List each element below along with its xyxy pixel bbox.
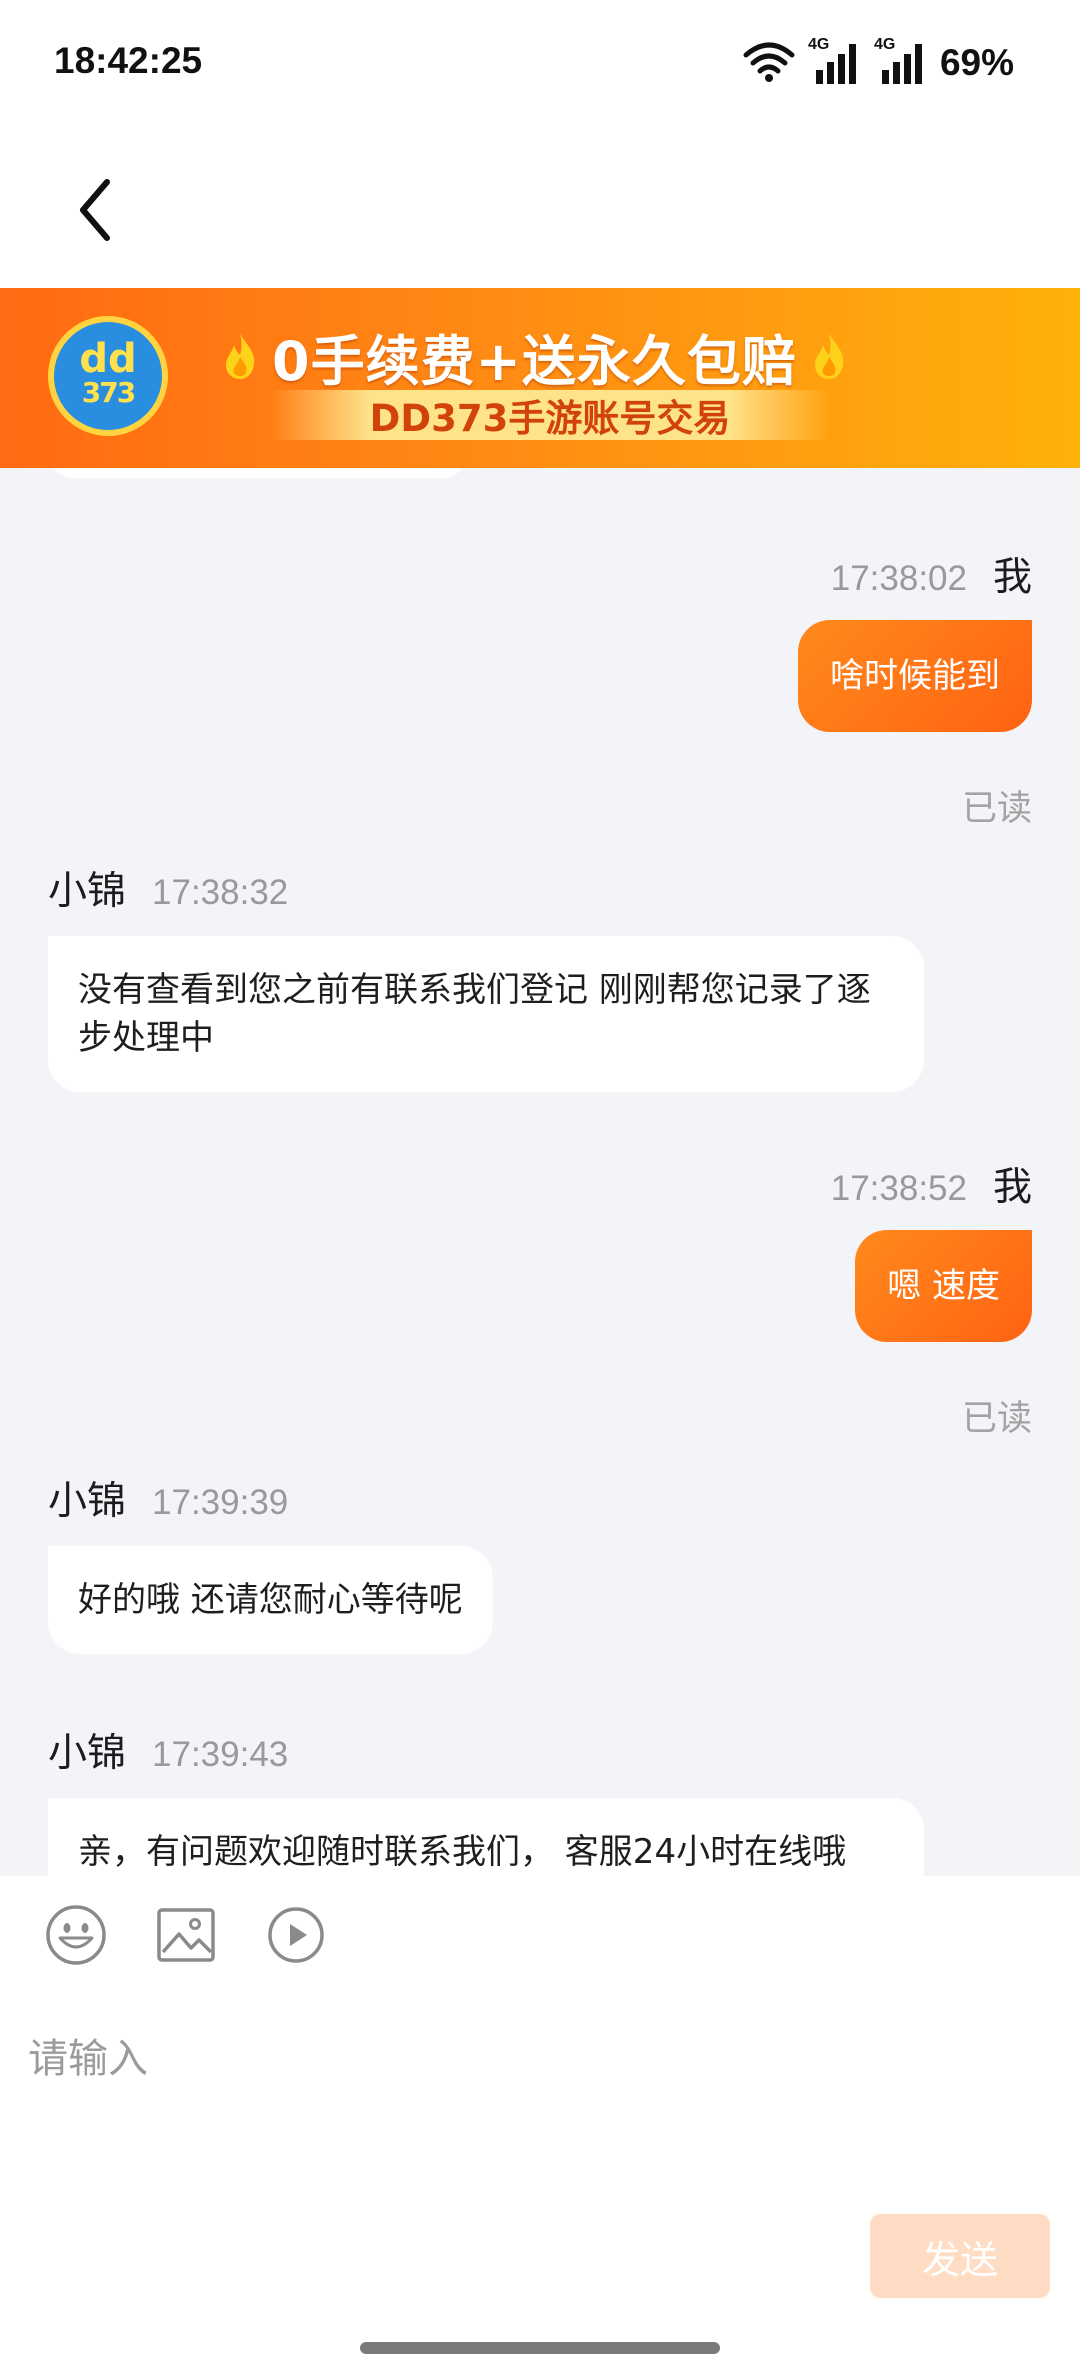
wifi-icon <box>742 39 796 87</box>
message-text: 好的哦 还请您耐心等待呢 <box>78 1580 463 1620</box>
sender-name: 小锦 <box>48 1731 127 1776</box>
emoji-icon <box>46 1905 106 1965</box>
message-time: 17:38:32 <box>152 873 289 912</box>
banner-subtitle: DD373手游账号交易 <box>369 397 731 440</box>
message-text: 啥时候能到 <box>830 656 1000 696</box>
message-input[interactable] <box>28 2026 1028 2226</box>
read-status: 已读 <box>961 1399 1032 1439</box>
message-meta: 小锦 17:38:32 <box>48 860 288 916</box>
promo-banner[interactable]: dd 373 0手续费+送永久包赔 DD373手游账号交易 <box>0 288 1080 468</box>
sender-name: 小锦 <box>48 1479 127 1524</box>
message-meta: 小锦 17:39:43 <box>48 1722 288 1778</box>
banner-subtitle-pill: DD373手游账号交易 <box>270 390 830 440</box>
sender-name: 我 <box>992 1165 1032 1210</box>
home-indicator[interactable] <box>360 2342 720 2354</box>
incoming-message-bubble[interactable]: 亲，有问题欢迎随时联系我们， 客服24小时在线哦 <box>48 1798 924 1876</box>
sender-name: 小锦 <box>48 869 127 914</box>
cellular-signal-icon: 4G <box>808 36 862 86</box>
message-meta: 17:38:52 我 <box>831 1156 1032 1212</box>
outgoing-message-bubble[interactable]: 嗯 速度 <box>855 1230 1032 1342</box>
incoming-message-bubble[interactable]: 好的哦 还请您耐心等待呢 <box>48 1546 493 1654</box>
cellular-signal-icon: 4G <box>874 36 928 86</box>
outgoing-message-bubble[interactable]: 啥时候能到 <box>798 620 1032 732</box>
status-bar: 18:42:25 4G 4G 69% <box>0 0 1080 130</box>
previous-message-bubble <box>48 468 468 478</box>
banner-title: 0手续费+送永久包赔 <box>272 329 797 393</box>
dd373-logo: dd 373 <box>48 316 168 436</box>
incoming-message-bubble[interactable]: 没有查看到您之前有联系我们登记 刚刚帮您记录了逐步处理中 <box>48 936 924 1092</box>
message-text: 嗯 速度 <box>887 1266 1000 1306</box>
message-time: 17:38:02 <box>830 559 967 598</box>
navigation-bar <box>0 130 1080 288</box>
message-text: 没有查看到您之前有联系我们登记 刚刚帮您记录了逐步处理中 <box>78 970 871 1058</box>
message-time: 17:39:43 <box>152 1735 289 1774</box>
chat-message-list[interactable]: 17:38:02 我 啥时候能到 已读 小锦 17:38:32 没有查看到您之前… <box>0 468 1080 1876</box>
message-meta: 小锦 17:39:39 <box>48 1470 288 1526</box>
send-button[interactable]: 发送 <box>870 2214 1050 2298</box>
banner-headline: 0手续费+送永久包赔 <box>222 326 847 393</box>
video-button[interactable] <box>264 1903 328 1967</box>
emoji-button[interactable] <box>44 1903 108 1967</box>
image-icon <box>157 1908 215 1962</box>
read-status: 已读 <box>961 789 1032 829</box>
status-icons: 4G 4G 69% <box>742 36 1014 88</box>
back-button[interactable] <box>60 170 130 250</box>
message-composer: 发送 <box>0 1876 1080 2376</box>
message-time: 17:39:39 <box>152 1483 289 1522</box>
status-time: 18:42:25 <box>54 40 203 81</box>
logo-top-text: dd <box>79 336 137 382</box>
message-text: 亲，有问题欢迎随时联系我们， 客服24小时在线哦 <box>78 1832 847 1872</box>
flame-icon <box>226 333 255 379</box>
chat-screen: 18:42:25 4G 4G 69% dd 373 0手续费+送永久包赔 DD3… <box>0 0 1080 2376</box>
message-time: 17:38:52 <box>830 1169 967 1208</box>
composer-toolbar <box>44 1900 328 1970</box>
sender-name: 我 <box>992 555 1032 600</box>
image-button[interactable] <box>154 1903 218 1967</box>
message-meta: 17:38:02 我 <box>831 546 1032 602</box>
battery-level: 69% <box>939 42 1014 83</box>
chevron-left-icon <box>80 179 110 241</box>
logo-bottom-text: 373 <box>81 376 136 409</box>
video-play-icon <box>268 1907 324 1963</box>
flame-icon <box>814 333 844 379</box>
